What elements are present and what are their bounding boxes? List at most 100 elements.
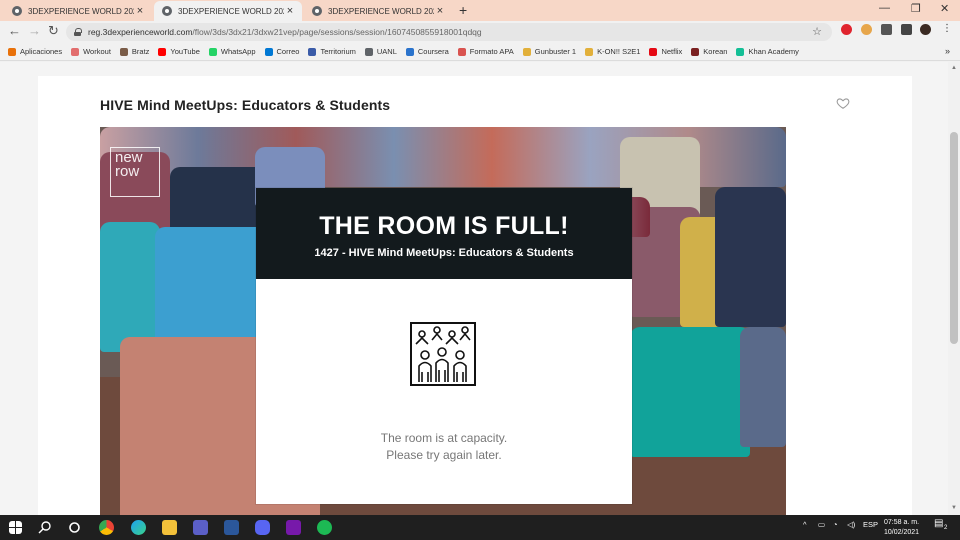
reload-icon[interactable]: ↻ [48,23,59,39]
close-tab-icon[interactable]: × [284,5,296,17]
tab-title: 3DEXPERIENCE WORLD 2021 [28,6,134,16]
bookmark-uanl[interactable]: UANL [364,47,397,56]
spotify-icon[interactable] [317,520,332,535]
netflix-icon [649,47,658,56]
room-full-modal: THE ROOM IS FULL! 1427 - HIVE Mind MeetU… [256,188,632,504]
korean-icon [691,47,700,56]
tab-title: 3DEXPERIENCE WORLD 2021 [328,6,434,16]
gunbuster-icon [522,47,531,56]
network-icon[interactable]: ▭ [818,520,825,529]
modal-subheading: 1427 - HIVE Mind MeetUps: Educators & St… [314,247,574,259]
new-tab-button[interactable]: + [459,2,467,18]
outlook-icon [264,47,273,56]
bookmark-label: Coursera [417,47,449,56]
tab-strip: 3DEXPERIENCE WORLD 2021 × 3DEXPERIENCE W… [0,0,960,21]
close-tab-icon[interactable]: × [134,5,146,17]
tray-chevron-icon[interactable]: ^ [803,520,807,529]
menu-kebab-icon[interactable]: ⋮ [942,23,952,34]
bookmark-netflix[interactable]: Netflix [649,47,682,56]
edge-icon[interactable] [131,520,146,535]
crowded-room-icon [410,322,476,386]
bookmarks-bar: Aplicaciones Workout Bratz YouTube WhatsApp C… [0,43,960,61]
message-line: The room is at capacity. [380,431,508,445]
forward-icon[interactable]: → [28,23,41,38]
uanl-icon [364,47,373,56]
minimize-icon[interactable]: — [879,2,890,14]
word-icon[interactable] [224,520,239,535]
bookmark-label: Korean [703,47,728,56]
bookmark-formato-apa[interactable]: Formato APA [457,47,514,56]
extensions-puzzle-icon[interactable] [901,24,912,35]
bookmark-territorium[interactable]: Territorium [308,47,356,56]
globe-icon [312,6,322,16]
search-icon[interactable] [38,520,53,535]
wifi-icon[interactable]: ◔ [833,520,838,529]
teams-icon[interactable] [193,520,208,535]
bookmark-bratz[interactable]: Bratz [119,47,150,56]
scrollbar-thumb[interactable] [950,132,958,344]
browser-tab[interactable]: 3DEXPERIENCE WORLD 2021 × [304,1,452,21]
discord-icon[interactable] [255,520,270,535]
bookmark-whatsapp[interactable]: WhatsApp [208,47,256,56]
bookmark-label: Aplicaciones [20,47,63,56]
volume-icon[interactable]: ◁) [847,520,855,529]
bookmark-k-on-s2e1[interactable]: K-ON!! S2E1 [585,47,640,56]
modal-message: The room is at capacity. Please try agai… [256,430,632,464]
bookmark-label: Formato APA [469,47,514,56]
tab-title: 3DEXPERIENCE WORLD 2021 [178,6,284,16]
bookmark-label: WhatsApp [220,47,256,56]
modal-header: THE ROOM IS FULL! 1427 - HIVE Mind MeetU… [256,188,632,279]
globe-icon [12,6,22,16]
bookmark-label: Netflix [661,47,683,56]
close-tab-icon[interactable]: × [434,5,446,17]
bookmark-label: Territorium [320,47,356,56]
browser-tab[interactable]: 3DEXPERIENCE WORLD 2021 × [4,1,152,21]
windows-start-icon[interactable] [9,521,22,534]
bratz-icon [119,47,128,56]
chrome-icon[interactable] [99,520,114,535]
task-view-icon[interactable] [67,520,82,535]
language-indicator[interactable]: ESP [863,520,878,529]
coursera-icon [405,47,414,56]
bookmark-youtube[interactable]: YouTube [158,47,200,56]
clock[interactable]: 07:58 a. m. 10/02/2021 [884,518,919,538]
message-line: Please try again later. [386,448,502,462]
bookmark-coursera[interactable]: Coursera [405,47,449,56]
bookmark-workout[interactable]: Workout [71,47,111,56]
back-icon[interactable]: ← [8,23,21,38]
apps-grid-icon [8,47,16,56]
scroll-down-icon[interactable]: ▼ [951,505,957,511]
bookmark-aplicaciones[interactable]: Aplicaciones [8,47,62,56]
address-bar[interactable]: reg.3dexperienceworld.com /flow/3ds/3dx2… [66,23,832,41]
workout-icon [71,47,80,56]
bookmark-gunbuster-1[interactable]: Gunbuster 1 [522,47,576,56]
onenote-icon[interactable] [286,520,301,535]
profile-avatar[interactable] [920,24,931,35]
favorite-heart-icon[interactable] [836,96,850,110]
restore-icon[interactable]: ❐ [911,2,921,15]
more-bookmarks-icon[interactable]: » [945,46,950,56]
notifications-icon[interactable]: ▤ [934,518,943,529]
bookmark-label: Bratz [131,47,150,56]
notification-count: 2 [944,525,948,531]
bookmark-khan-academy[interactable]: Khan Academy [736,47,799,56]
scroll-up-icon[interactable]: ▲ [951,65,957,71]
close-window-icon[interactable]: ✕ [940,2,949,15]
cast-icon[interactable] [881,24,892,35]
windows-taskbar: ^ ▭ ◔ ◁) ESP 07:58 a. m. 10/02/2021 ▤ 2 [0,515,960,540]
bookmark-correo[interactable]: Correo [264,47,299,56]
whatsapp-icon [208,47,217,56]
browser-toolbar: ← → ↻ reg.3dexperienceworld.com /flow/3d… [0,21,960,43]
bookmark-label: Workout [83,47,111,56]
url-host: reg.3dexperienceworld.com [88,27,193,37]
browser-tab-active[interactable]: 3DEXPERIENCE WORLD 2021 × [154,1,302,21]
bookmark-star-icon[interactable]: ☆ [812,25,822,38]
extension-icon[interactable] [861,24,872,35]
file-explorer-icon[interactable] [162,520,177,535]
bookmark-korean[interactable]: Korean [691,47,727,56]
bookmark-label: K-ON!! S2E1 [597,47,641,56]
opera-extension-icon[interactable] [841,24,852,35]
page-title: HIVE Mind MeetUps: Educators & Students [100,97,391,113]
vertical-scrollbar[interactable]: ▲ ▼ [948,62,960,515]
bookmark-label: Khan Academy [748,47,799,56]
